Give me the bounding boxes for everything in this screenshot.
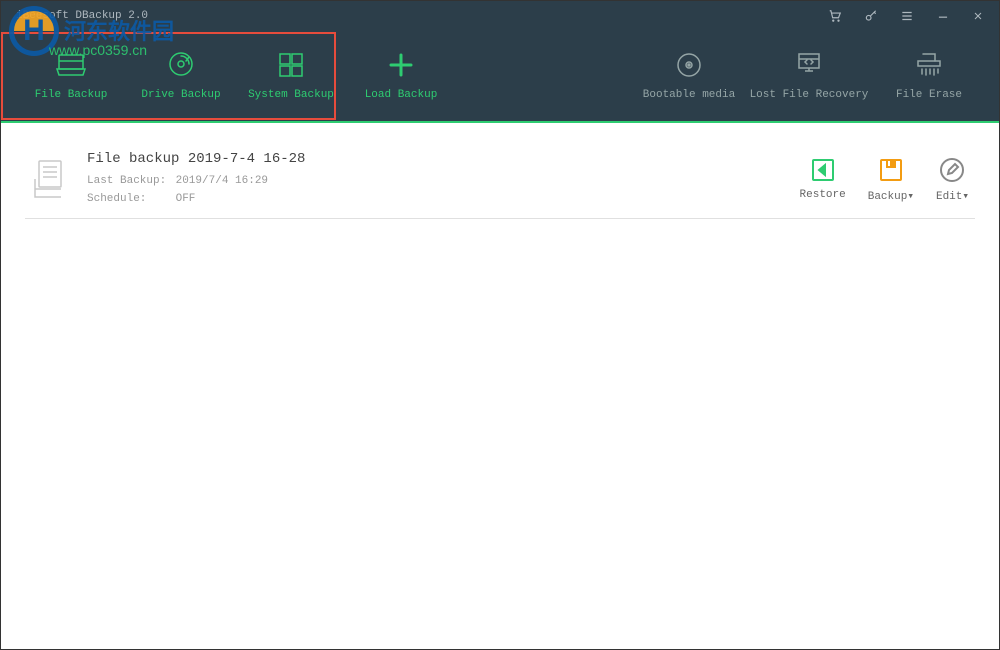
plus-icon: [386, 51, 416, 79]
close-button[interactable]: [972, 10, 984, 22]
lost-file-recovery-label: Lost File Recovery: [750, 89, 869, 101]
bootable-media-button[interactable]: Bootable media: [634, 51, 744, 101]
last-backup-label: Last Backup:: [87, 173, 169, 191]
card-actions: Restore Backup▾ Edit▾: [800, 157, 969, 203]
window-controls: [828, 9, 984, 23]
menu-icon[interactable]: [900, 9, 914, 23]
file-backup-icon: [56, 51, 86, 79]
bootable-media-label: Bootable media: [643, 89, 735, 101]
titlebar: iBeesoft DBackup 2.0: [1, 1, 999, 31]
system-backup-button[interactable]: System Backup: [236, 51, 346, 101]
last-backup-value: 2019/7/4 16:29: [176, 175, 268, 187]
app-window: iBeesoft DBackup 2.0 File Backup Drive B…: [0, 0, 1000, 650]
drive-backup-label: Drive Backup: [141, 89, 220, 101]
drive-backup-icon: [166, 51, 196, 79]
recovery-icon: [794, 51, 824, 79]
disc-icon: [674, 51, 704, 79]
shredder-icon: [914, 51, 944, 79]
load-backup-button[interactable]: Load Backup: [346, 51, 456, 101]
load-backup-label: Load Backup: [365, 89, 438, 101]
backup-button[interactable]: Backup▾: [868, 157, 914, 203]
restore-icon: [810, 157, 836, 183]
backup-title: File backup 2019-7-4 16-28: [87, 151, 780, 167]
window-title: iBeesoft DBackup 2.0: [16, 10, 148, 22]
restore-label: Restore: [800, 189, 846, 201]
edit-button[interactable]: Edit▾: [936, 157, 969, 203]
toolbar-right-group: Bootable media Lost File Recovery File E…: [634, 51, 984, 101]
system-backup-label: System Backup: [248, 89, 334, 101]
system-backup-icon: [276, 51, 306, 79]
pencil-icon: [939, 157, 965, 183]
key-icon[interactable]: [864, 9, 878, 23]
content-area: File backup 2019-7-4 16-28 Last Backup: …: [1, 123, 999, 237]
restore-button[interactable]: Restore: [800, 157, 846, 201]
last-backup-row: Last Backup: 2019/7/4 16:29: [87, 173, 780, 191]
schedule-value: OFF: [176, 193, 196, 205]
schedule-label: Schedule:: [87, 191, 169, 209]
lost-file-recovery-button[interactable]: Lost File Recovery: [744, 51, 874, 101]
backup-task-card: File backup 2019-7-4 16-28 Last Backup: …: [25, 141, 975, 219]
file-backup-label: File Backup: [35, 89, 108, 101]
backup-label: Backup▾: [868, 189, 914, 203]
document-stack-icon: [31, 159, 67, 201]
file-backup-button[interactable]: File Backup: [16, 51, 126, 101]
drive-backup-button[interactable]: Drive Backup: [126, 51, 236, 101]
cart-icon[interactable]: [828, 9, 842, 23]
file-erase-button[interactable]: File Erase: [874, 51, 984, 101]
toolbar-left-group: File Backup Drive Backup System Backup L…: [16, 51, 456, 101]
edit-label: Edit▾: [936, 189, 969, 203]
schedule-row: Schedule: OFF: [87, 191, 780, 209]
backup-icon: [878, 157, 904, 183]
toolbar: File Backup Drive Backup System Backup L…: [1, 31, 999, 121]
minimize-button[interactable]: [936, 9, 950, 23]
file-erase-label: File Erase: [896, 89, 962, 101]
backup-info: File backup 2019-7-4 16-28 Last Backup: …: [87, 151, 780, 208]
